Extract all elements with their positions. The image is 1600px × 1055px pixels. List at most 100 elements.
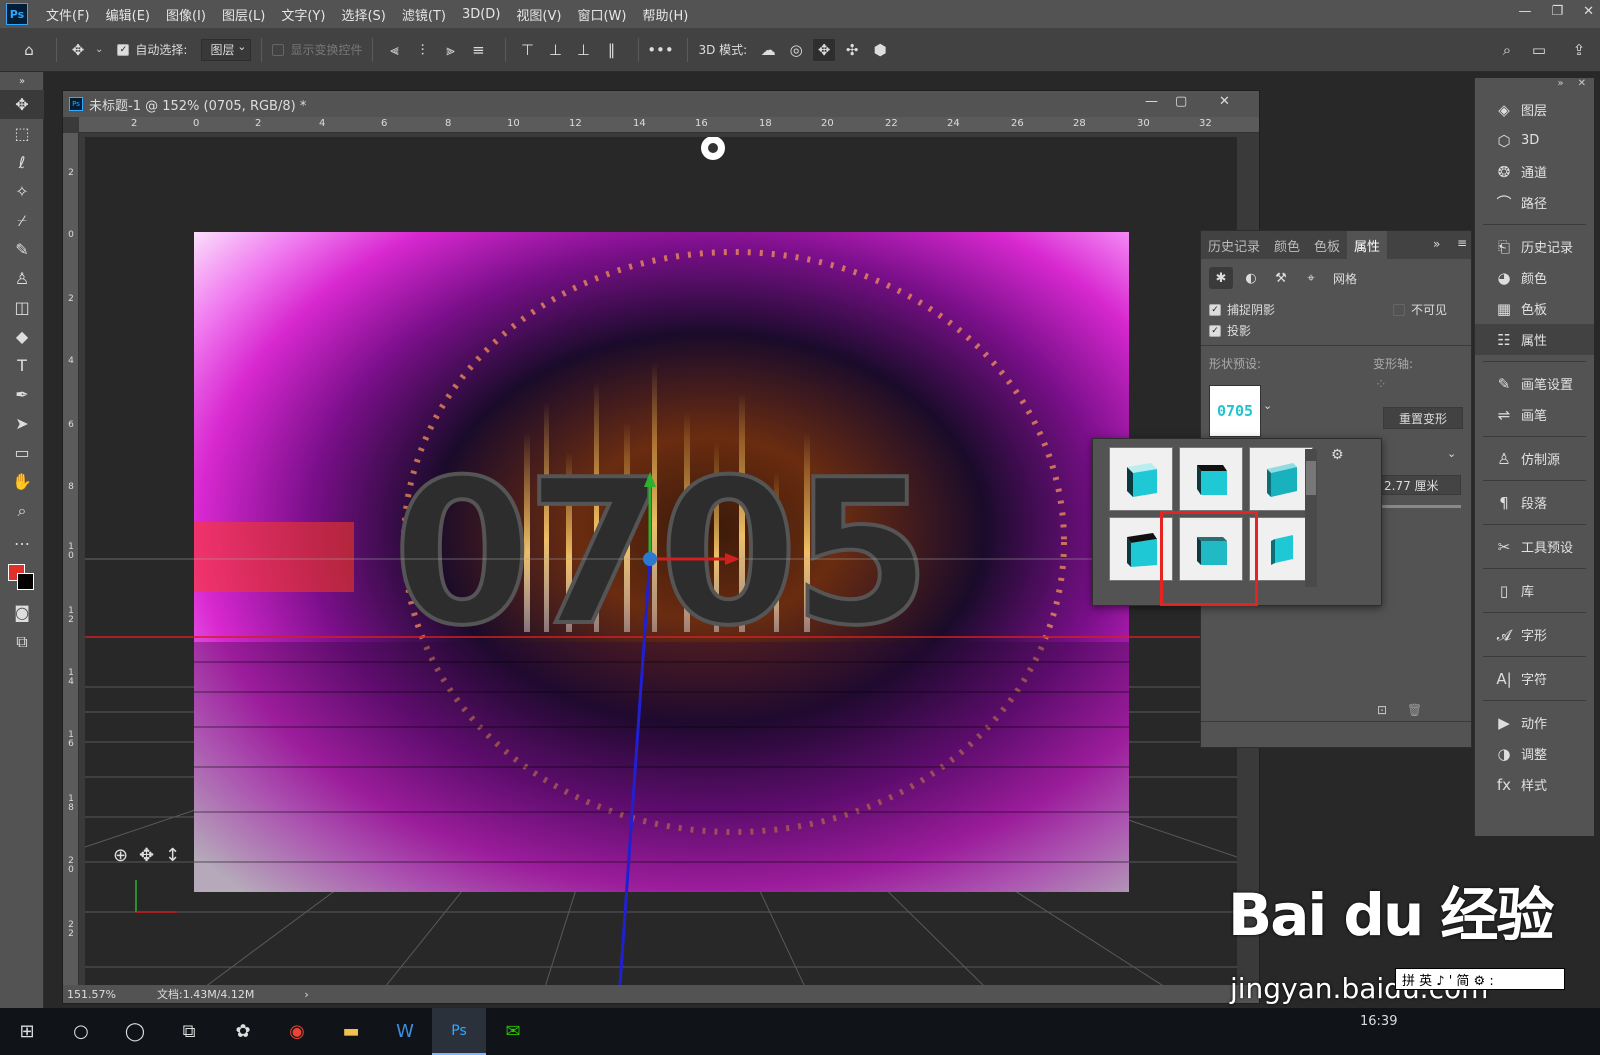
3d-pan-icon[interactable]: ✥ [813,38,836,61]
close-icon[interactable]: ✕ [1583,4,1594,19]
align-right-icon[interactable]: ⫸ [439,39,461,61]
3d-slide-icon[interactable]: ✣ [841,39,863,61]
share-icon[interactable]: ⇪ [1568,39,1590,61]
dock-item-tool-presets[interactable]: ✂ 工具预设 [1475,531,1594,562]
chrome-icon[interactable]: ◉ [270,1008,324,1055]
show-transform-checkbox[interactable] [272,43,285,56]
tab-properties[interactable]: 属性 [1347,231,1388,259]
minimize-icon[interactable]: — [1518,4,1531,19]
stamp-tool-icon[interactable]: ♙ [0,264,44,293]
distribute-vertical-icon[interactable]: ∥ [600,39,622,61]
align-left-icon[interactable]: ⫷ [383,39,405,61]
dock-item-actions[interactable]: ▶ 动作 [1475,707,1594,738]
ruler-vertical[interactable]: 2 0 2 4 6 8 1 0 1 2 1 4 1 6 1 8 2 0 2 2 [63,133,79,985]
doc-close-icon[interactable]: ✕ [1219,94,1230,109]
preset-scrollbar[interactable] [1305,449,1317,587]
tab-history[interactable]: 历史记录 [1201,231,1267,259]
lasso-tool-icon[interactable]: ℓ [0,148,44,177]
menu-3d[interactable]: 3D(D) [462,7,500,22]
ime-toolbar[interactable]: 拼 英 ♪ ' 简 ⚙ : [1395,968,1565,990]
menu-select[interactable]: 选择(S) [341,5,385,24]
deform-axis-grid-icon[interactable]: ⁘ [1375,377,1387,393]
reset-deform-button[interactable]: 重置变形 [1383,407,1463,429]
photoshop-taskbar-icon[interactable]: Ps [432,1008,486,1055]
doc-minimize-icon[interactable]: — [1145,94,1158,109]
rectangle-tool-icon[interactable]: ▭ [0,438,44,467]
type-tool-icon[interactable]: T [0,351,44,380]
zoom-level[interactable]: 151.57% [67,988,157,1001]
distribute-icon[interactable]: ≡ [467,39,489,61]
chevron-down-icon[interactable]: ⌄ [95,44,103,55]
menu-image[interactable]: 图像(I) [166,5,206,24]
quick-mask-icon[interactable]: ◙ [0,598,44,627]
dock-item-history[interactable]: ⎗ 历史记录 [1475,231,1594,262]
dock-item-layers[interactable]: ◈ 图层 [1475,94,1594,125]
dock-item-styles[interactable]: fx 样式 [1475,769,1594,800]
cast-shadow-checkbox[interactable]: ✓ [1209,324,1221,337]
doc-size-info[interactable]: 文档:1.43M/4.12M [157,986,254,1002]
tab-color[interactable]: 颜色 [1267,231,1307,259]
menu-help[interactable]: 帮助(H) [642,5,688,24]
preset-cell[interactable] [1249,517,1313,581]
dock-item-clone-source[interactable]: ♙ 仿制源 [1475,443,1594,474]
zoom-tool-icon[interactable]: ⌕ [0,496,44,525]
menu-window[interactable]: 窗口(W) [577,5,626,24]
collapse-icon[interactable]: » [0,72,44,90]
hand-tool-icon[interactable]: ✋ [0,467,44,496]
3d-roll-icon[interactable]: ◎ [785,39,807,61]
orbit-camera-icon[interactable]: ⊕ [113,845,128,866]
file-explorer-icon[interactable]: ▬ [324,1008,378,1055]
more-tools-icon[interactable]: … [0,525,44,554]
color-swatches[interactable] [0,554,44,598]
align-bottom-icon[interactable]: ⊥ [572,39,594,61]
home-icon[interactable]: ⌂ [18,39,40,61]
trash-icon[interactable]: 🗑 [1407,703,1422,717]
tab-swatches[interactable]: 色板 [1307,231,1347,259]
catch-shadow-checkbox[interactable]: ✓ [1209,303,1221,316]
search-icon[interactable]: ○ [54,1008,108,1055]
windows-start-icon[interactable]: ⊞ [0,1008,54,1055]
shape-preset-thumbnail[interactable]: 0705 [1209,385,1261,437]
deform-icon[interactable]: ◐ [1239,267,1263,289]
workspace-icon[interactable]: ▭ [1528,39,1550,61]
menu-layer[interactable]: 图层(L) [222,5,265,24]
dock-item-brush-settings[interactable]: ✎ 画笔设置 [1475,368,1594,399]
wps-icon[interactable]: W [378,1008,432,1055]
screen-mode-icon[interactable]: ⧉ [0,627,44,656]
menu-view[interactable]: 视图(V) [516,5,561,24]
dock-item-adjustments[interactable]: ◑ 调整 [1475,738,1594,769]
search-icon[interactable]: ⌕ [1496,39,1518,61]
preset-gear-icon[interactable]: ⚙ [1331,447,1344,463]
panel-menu-icon[interactable]: ≡ [1457,236,1467,250]
dock-expand-icon[interactable]: » [1557,78,1563,94]
dock-item-properties[interactable]: ☷ 属性 [1475,324,1594,355]
doc-maximize-icon[interactable]: ▢ [1175,94,1187,109]
preset-cell[interactable] [1179,447,1243,511]
align-top-icon[interactable]: ⊤ [516,39,538,61]
chevron-down-icon[interactable]: ⌄ [1263,399,1272,412]
restore-icon[interactable]: ❐ [1551,4,1563,19]
path-select-icon[interactable]: ➤ [0,409,44,438]
3d-axis-widget[interactable] [85,137,1237,985]
3d-scale-icon[interactable]: ⬢ [869,39,891,61]
ruler-horizontal[interactable]: 2 0 2 4 6 8 10 12 14 16 18 20 22 24 26 2… [79,117,1259,133]
photoshop-logo-icon[interactable]: Ps [6,3,28,25]
pan-camera-icon[interactable]: ✥ [139,845,154,866]
dock-item-paths[interactable]: ⌒ 路径 [1475,187,1594,218]
move-tool-icon[interactable]: ✥ [0,90,44,119]
eraser-tool-icon[interactable]: ◫ [0,293,44,322]
depth-slider[interactable] [1381,505,1461,508]
invisible-checkbox[interactable] [1393,303,1405,316]
coordinates-icon[interactable]: ⌖ [1299,267,1323,289]
3d-orbit-icon[interactable]: ☁ [757,39,779,61]
menu-file[interactable]: 文件(F) [46,5,90,24]
preset-cell[interactable] [1109,447,1173,511]
align-hcenter-icon[interactable]: ⫶ [411,39,433,61]
wechat-icon[interactable]: ✉ [486,1008,540,1055]
preset-cell[interactable] [1249,447,1313,511]
dock-item-libraries[interactable]: ▯ 库 [1475,575,1594,606]
auto-select-target-dropdown[interactable]: 图层 [201,38,252,61]
more-options-icon[interactable]: ••• [647,39,674,61]
dock-item-glyphs[interactable]: 𝓐 字形 [1475,619,1594,650]
align-vcenter-icon[interactable]: ⊥ [544,39,566,61]
